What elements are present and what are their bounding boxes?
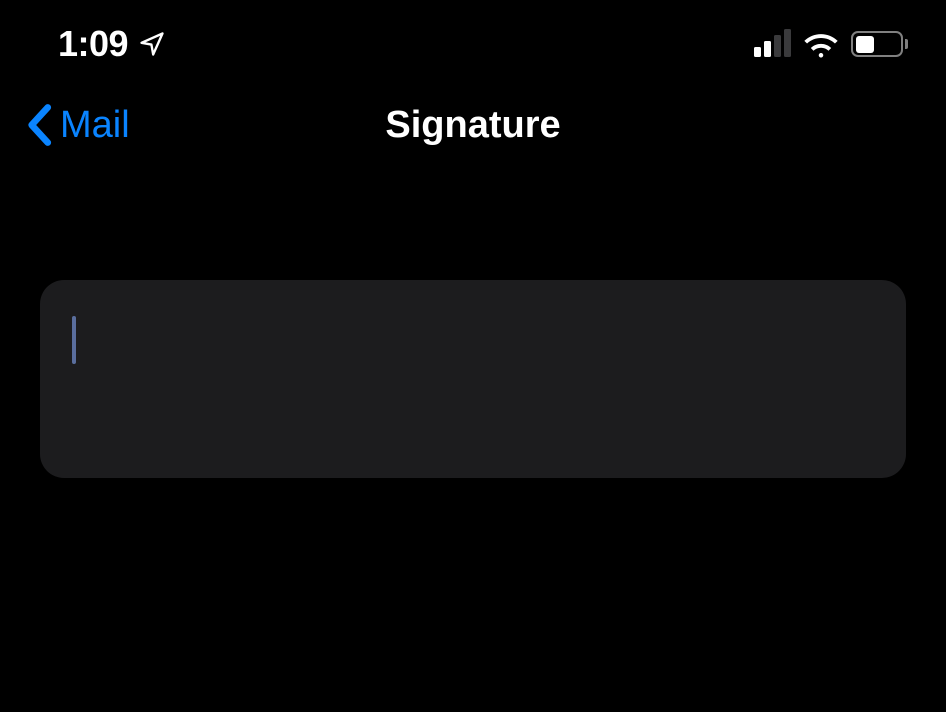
text-cursor-icon (72, 316, 76, 364)
location-arrow-icon (138, 30, 166, 58)
status-right (754, 30, 908, 58)
wifi-icon (803, 30, 839, 58)
status-bar: 1:09 (0, 0, 946, 70)
navigation-bar: Mail Signature (0, 70, 946, 180)
back-label: Mail (60, 104, 130, 147)
battery-icon (851, 31, 908, 57)
status-left: 1:09 (58, 23, 166, 65)
status-time: 1:09 (58, 23, 128, 65)
cellular-signal-icon (754, 31, 791, 57)
content-area (0, 180, 946, 478)
signature-input[interactable] (40, 280, 906, 478)
page-title: Signature (0, 104, 946, 147)
chevron-left-icon (24, 103, 54, 147)
back-button[interactable]: Mail (24, 103, 130, 147)
